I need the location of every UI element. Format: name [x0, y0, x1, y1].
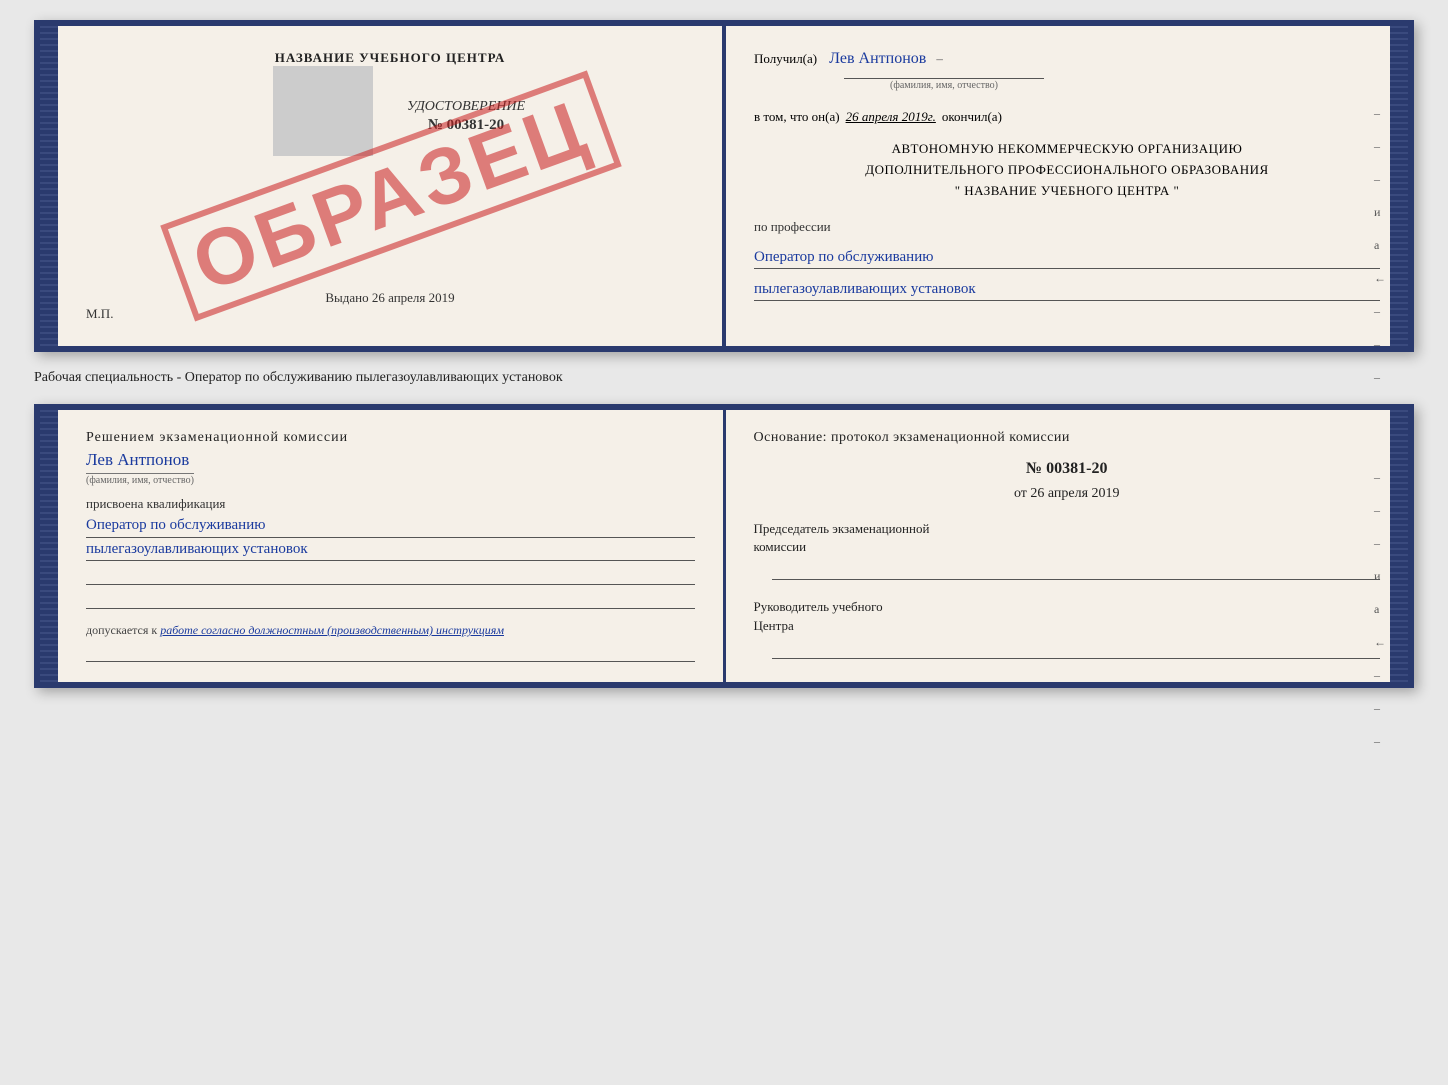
bottom-cert-left: Решением экзаменационной комиссии Лев Ан…	[40, 410, 726, 682]
ot-label: от	[1014, 486, 1027, 501]
dopuskaetsya-prefix: допускается к	[86, 623, 157, 637]
org-line3: " НАЗВАНИЕ УЧЕБНОГО ЦЕНТРА "	[754, 181, 1380, 202]
sign-line-3	[86, 644, 695, 662]
rukovoditel-line2: Центра	[754, 617, 1381, 635]
dopuskaetsya-value: работе согласно должностным (производств…	[160, 623, 504, 637]
poluchil-label: Получил(а)	[754, 51, 817, 67]
protocol-date: от 26 апреля 2019	[754, 486, 1381, 502]
po-professii-label: по профессии	[754, 219, 1380, 235]
vydano-row: Выдано 26 апреля 2019	[325, 290, 454, 306]
mp-row: М.П.	[86, 306, 113, 322]
komissia-title: Решением экзаменационной комиссии	[86, 430, 695, 446]
prisvoena-label: присвоена квалификация	[86, 496, 695, 512]
bottom-prof-line2: пылегазоулавливающих установок	[86, 538, 695, 562]
org-block: АВТОНОМНУЮ НЕКОММЕРЧЕСКУЮ ОРГАНИЗАЦИЮ ДО…	[754, 139, 1380, 201]
school-name-top: НАЗВАНИЕ УЧЕБНОГО ЦЕНТРА	[275, 50, 506, 66]
side-marks-bottom: – – – и а ← – – –	[1374, 470, 1386, 749]
fio-hint-bottom: (фамилия, имя, отчество)	[86, 473, 194, 486]
cert-number-block: УДОСТОВЕРЕНИЕ № 00381-20	[407, 99, 525, 134]
subtitle-line: Рабочая специальность - Оператор по обсл…	[34, 364, 1414, 392]
protocol-num: № 00381-20	[754, 460, 1381, 478]
rukovoditel-sign-line	[772, 641, 1381, 659]
protocol-date-value: 26 апреля 2019	[1030, 486, 1119, 501]
date-row-top: в том, что он(а) 26 апреля 2019г. окончи…	[754, 109, 1380, 125]
predsedatel-line1: Председатель экзаменационной	[754, 520, 1381, 538]
okonchil-label: окончил(а)	[942, 109, 1002, 125]
dopuskaetsya-row: допускается к работе согласно должностны…	[86, 623, 695, 638]
v-tom-chto-label: в том, что он(а)	[754, 109, 840, 125]
profession-line1: Оператор по обслуживанию	[754, 247, 1380, 269]
recipient-name: Лев Антпонов	[829, 50, 926, 68]
stamp-area: УДОСТОВЕРЕНИЕ № 00381-20	[77, 66, 703, 156]
rukovoditel-line1: Руководитель учебного	[754, 598, 1381, 616]
stamp-placeholder	[273, 66, 373, 156]
org-line1: АВТОНОМНУЮ НЕКОММЕРЧЕСКУЮ ОРГАНИЗАЦИЮ	[754, 139, 1380, 160]
recipient-row: Получил(а) Лев Антпонов –	[754, 50, 1380, 68]
top-cert-right: Получил(а) Лев Антпонов – (фамилия, имя,…	[726, 26, 1408, 346]
bottom-cert-right: Основание: протокол экзаменационной коми…	[726, 410, 1409, 682]
osnova-title: Основание: протокол экзаменационной коми…	[754, 430, 1381, 446]
sign-line-1	[86, 567, 695, 585]
udostoverenie-label: УДОСТОВЕРЕНИЕ	[407, 99, 525, 115]
profession-line2: пылегазоулавливающих установок	[754, 279, 1380, 301]
predsedatel-sign-line	[772, 562, 1381, 580]
side-marks-top: – – – и а ← – – –	[1374, 106, 1386, 385]
bottom-prof-line1: Оператор по обслуживанию	[86, 514, 695, 538]
predsedatel-line2: комиссии	[754, 538, 1381, 556]
cert-number: № 00381-20	[428, 117, 504, 134]
document-container: НАЗВАНИЕ УЧЕБНОГО ЦЕНТРА УДОСТОВЕРЕНИЕ №…	[34, 20, 1414, 688]
org-line2: ДОПОЛНИТЕЛЬНОГО ПРОФЕССИОНАЛЬНОГО ОБРАЗО…	[754, 160, 1380, 181]
cert-date: 26 апреля 2019г.	[846, 109, 936, 125]
rukovoditel-label: Руководитель учебного Центра	[754, 598, 1381, 634]
predsedatel-label: Председатель экзаменационной комиссии	[754, 520, 1381, 556]
top-certificate: НАЗВАНИЕ УЧЕБНОГО ЦЕНТРА УДОСТОВЕРЕНИЕ №…	[34, 20, 1414, 352]
bottom-certificate: Решением экзаменационной комиссии Лев Ан…	[34, 404, 1414, 688]
fio-hint-top: (фамилия, имя, отчество)	[844, 78, 1044, 91]
name-blue-bottom: Лев Антпонов	[86, 450, 695, 470]
sign-line-2	[86, 591, 695, 609]
top-cert-left: НАЗВАНИЕ УЧЕБНОГО ЦЕНТРА УДОСТОВЕРЕНИЕ №…	[40, 26, 726, 346]
